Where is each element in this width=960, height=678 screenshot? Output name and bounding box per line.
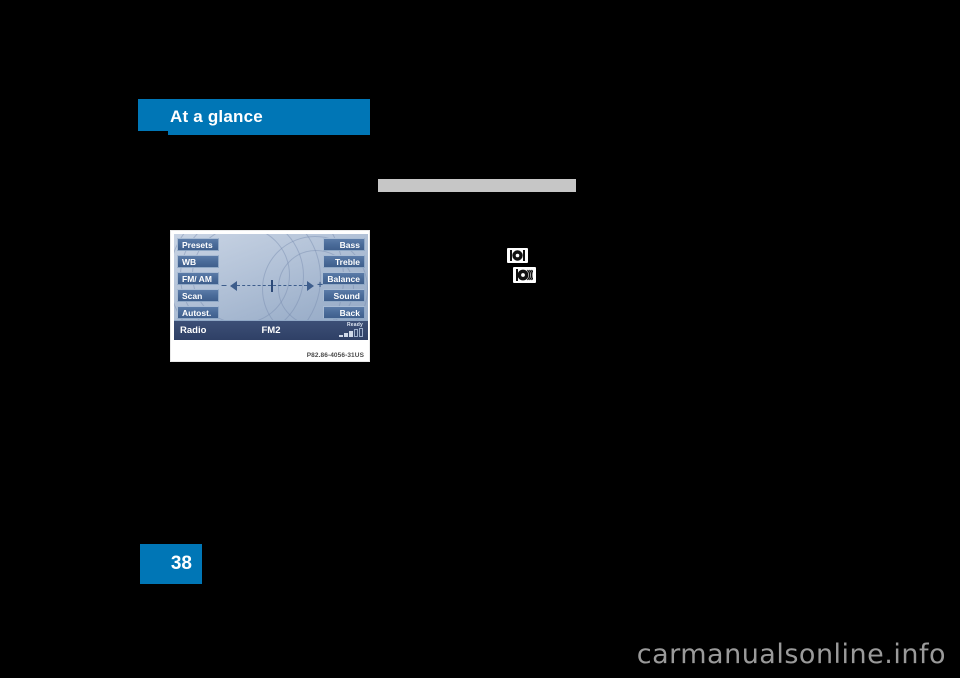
radio-screen: Presets WB FM/ AM Scan Autost. Bass Treb… [174,234,368,340]
figure-caption: P82.86-4056-31US [306,352,364,359]
display-button-back[interactable]: Back [323,306,365,319]
signal-bar-4 [354,329,358,337]
signal-bars-icon [333,328,363,337]
chapter-header: At a glance [138,99,370,135]
display-right-button-column: Bass Treble Balance Sound Back [322,238,365,319]
page-number-block: 38 [140,544,202,584]
slider-thumb[interactable] [271,280,273,292]
slider-arrow-left-icon [230,281,237,291]
display-button-balance[interactable]: Balance [322,272,365,285]
knob-press-icon [507,248,528,263]
signal-bar-2 [344,333,348,337]
display-button-bass[interactable]: Bass [323,238,365,251]
display-button-fm-am[interactable]: FM/ AM [177,272,219,285]
signal-bar-5 [359,328,363,337]
signal-strength-indicator: Ready [333,322,363,337]
balance-slider[interactable]: – + [220,278,324,294]
display-button-scan[interactable]: Scan [177,289,219,302]
page-number: 38 [170,553,192,574]
slider-arrow-right-icon [307,281,314,291]
slider-plus-label: + [317,280,323,291]
page-title: At a glance [170,107,263,126]
knob-turn-icon [513,267,536,283]
radio-status-bar: Radio FM2 Ready [174,320,368,340]
watermark: carmanualsonline.info [636,639,946,670]
radio-display-figure: Presets WB FM/ AM Scan Autost. Bass Treb… [170,230,370,362]
slider-minus-label: – [221,280,227,291]
display-left-button-column: Presets WB FM/ AM Scan Autost. [177,238,219,319]
display-button-sound[interactable]: Sound [323,289,365,302]
signal-bar-1 [339,335,343,337]
display-button-wb[interactable]: WB [177,255,219,268]
display-button-autostore[interactable]: Autost. [177,306,219,319]
display-button-presets[interactable]: Presets [177,238,219,251]
slider-track[interactable] [230,280,314,292]
section-heading-bar [378,179,576,192]
signal-bar-3 [349,331,353,337]
chapter-header-notch [138,131,168,135]
display-button-treble[interactable]: Treble [323,255,365,268]
